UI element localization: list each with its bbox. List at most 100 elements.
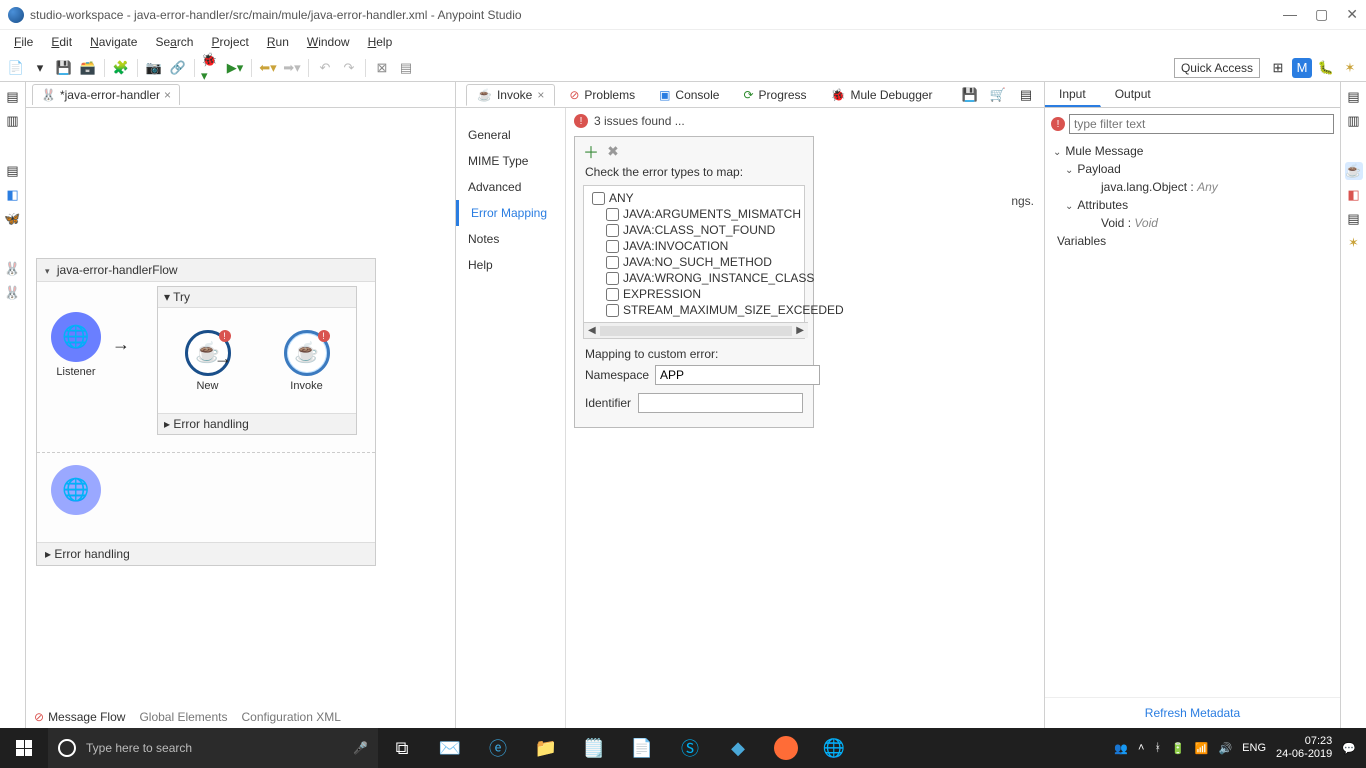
minimize-button[interactable]: — <box>1283 6 1297 23</box>
close-icon[interactable]: × <box>164 88 171 102</box>
stop-icon[interactable]: ⊠ <box>372 58 392 78</box>
editor-tab[interactable]: 🐰 *java-error-handler × <box>32 84 180 105</box>
mule-perspective-icon[interactable]: M <box>1292 58 1312 78</box>
error-type-checkbox[interactable] <box>606 208 619 221</box>
rail-icon-r1[interactable]: ▤ <box>1345 88 1363 106</box>
anypoint-taskbar-icon[interactable]: ◆ <box>714 728 762 768</box>
close-button[interactable]: ✕ <box>1346 6 1358 23</box>
error-type-checkbox[interactable] <box>606 304 619 317</box>
try-error-handling[interactable]: ▸ Error handling <box>158 413 356 434</box>
debug-icon[interactable]: 🐞▾ <box>201 58 221 78</box>
skype-icon[interactable]: Ⓢ <box>666 728 714 768</box>
tab-output[interactable]: Output <box>1101 82 1166 107</box>
collapse-icon[interactable]: ▾ <box>45 266 50 276</box>
horizontal-scrollbar[interactable]: ◀▶ <box>584 322 808 338</box>
error-type-row[interactable]: JAVA:CLASS_NOT_FOUND <box>588 222 804 238</box>
quick-access[interactable]: Quick Access <box>1174 58 1260 78</box>
error-type-row[interactable]: JAVA:WRONG_INSTANCE_CLASS <box>588 270 804 286</box>
error-type-row[interactable]: STREAM_MAXIMUM_SIZE_EXCEEDED <box>588 302 804 318</box>
side-help[interactable]: Help <box>456 252 565 278</box>
mic-icon[interactable]: 🎤 <box>353 741 368 755</box>
panel-icon[interactable]: ▤ <box>396 58 416 78</box>
edge-icon[interactable]: ⓔ <box>474 728 522 768</box>
metadata-tree[interactable]: Mule Message Payload java.lang.Object : … <box>1045 140 1340 252</box>
perspective-icon[interactable]: ⊞ <box>1268 58 1288 78</box>
error-type-checkbox[interactable] <box>606 240 619 253</box>
add-mapping-button[interactable]: ＋ <box>583 143 599 159</box>
namespace-input[interactable] <box>655 365 820 385</box>
tree-attributes[interactable]: Attributes <box>1053 196 1332 214</box>
battery-icon[interactable]: 🔋 <box>1171 742 1185 755</box>
tab-debugger[interactable]: 🐞 Mule Debugger <box>821 85 943 105</box>
filter-input[interactable] <box>1069 114 1334 134</box>
run-icon[interactable]: ▶▾ <box>225 58 245 78</box>
rail-icon-r5[interactable]: ▤ <box>1345 210 1363 228</box>
side-error-mapping[interactable]: Error Mapping <box>456 200 565 226</box>
volume-icon[interactable]: 🔊 <box>1218 742 1232 755</box>
side-notes[interactable]: Notes <box>456 226 565 252</box>
people-icon[interactable]: 👥 <box>1114 742 1128 755</box>
expand-icon[interactable]: ▸ <box>45 547 51 561</box>
refresh-metadata-link[interactable]: Refresh Metadata <box>1045 697 1340 728</box>
rail-icon-r3[interactable]: ☕ <box>1345 162 1363 180</box>
tree-payload[interactable]: Payload <box>1053 160 1332 178</box>
issues-bar[interactable]: ! 3 issues found ... <box>566 108 1044 134</box>
error-type-checkbox[interactable] <box>592 192 605 205</box>
clock[interactable]: 07:23 24-06-2019 <box>1276 735 1332 761</box>
tab-message-flow[interactable]: Message Flow <box>34 710 125 724</box>
link-icon[interactable]: 🔗 <box>168 58 188 78</box>
flow-error-handling[interactable]: ▸ Error handling <box>37 542 375 565</box>
flow-header[interactable]: ▾ java-error-handlerFlow <box>37 259 375 282</box>
taskbar-search[interactable]: Type here to search 🎤 <box>48 728 378 768</box>
error-types-list[interactable]: ANYJAVA:ARGUMENTS_MISMATCHJAVA:CLASS_NOT… <box>583 185 805 339</box>
notifications-icon[interactable]: 💬 <box>1342 742 1356 755</box>
tab-config-xml[interactable]: Configuration XML <box>241 710 340 724</box>
rail-icon-3[interactable]: ▤ <box>4 162 22 180</box>
maximize-button[interactable]: ▢ <box>1315 6 1328 23</box>
debug-perspective-icon[interactable]: 🐛 <box>1316 58 1336 78</box>
wifi-icon[interactable]: 📶 <box>1195 742 1209 755</box>
menu-help[interactable]: Help <box>360 32 401 52</box>
error-type-row[interactable]: JAVA:NO_SUCH_METHOD <box>588 254 804 270</box>
tab-invoke[interactable]: ☕ Invoke × <box>466 84 555 106</box>
save-icon[interactable]: 💾 <box>54 58 74 78</box>
forward-icon[interactable]: ➡▾ <box>282 58 302 78</box>
tab-global-elements[interactable]: Global Elements <box>139 710 227 724</box>
redo-icon[interactable]: ↷ <box>339 58 359 78</box>
rail-icon-2[interactable]: ▥ <box>4 112 22 130</box>
flow-container[interactable]: ▾ java-error-handlerFlow 🌐 Listener → ▾ … <box>36 258 376 566</box>
attach-icon[interactable]: 🧩 <box>111 58 131 78</box>
response-component[interactable]: 🌐 <box>51 465 101 515</box>
bluetooth-icon[interactable]: ᚼ <box>1154 742 1161 754</box>
identifier-input[interactable] <box>638 393 803 413</box>
error-type-row[interactable]: JAVA:ARGUMENTS_MISMATCH <box>588 206 804 222</box>
word-icon[interactable]: 📄 <box>618 728 666 768</box>
listener-component[interactable]: 🌐 <box>51 312 101 362</box>
cart-icon[interactable]: 🛒 <box>988 85 1008 105</box>
rail-icon-r2[interactable]: ▥ <box>1345 112 1363 130</box>
error-type-checkbox[interactable] <box>606 272 619 285</box>
tree-variables[interactable]: Variables <box>1053 232 1332 250</box>
task-view-icon[interactable]: ⧉ <box>378 728 426 768</box>
error-type-row[interactable]: JAVA:INVOCATION <box>588 238 804 254</box>
save-all-icon[interactable]: 🗃️ <box>78 58 98 78</box>
save-view-icon[interactable]: 💾 <box>960 85 980 105</box>
rail-icon-5[interactable]: 🦋 <box>4 210 22 228</box>
new-icon[interactable]: 📄 <box>6 58 26 78</box>
error-type-row[interactable]: ANY <box>588 190 804 206</box>
menu-window[interactable]: Window <box>299 32 358 52</box>
rail-icon-1[interactable]: ▤ <box>4 88 22 106</box>
menu-project[interactable]: Project <box>203 32 256 52</box>
try-scope[interactable]: ▾ Try ☕ ! New → <box>157 286 357 435</box>
error-type-row[interactable]: EXPRESSION <box>588 286 804 302</box>
rail-icon-6[interactable]: 🐰 <box>4 260 22 278</box>
menu-icon[interactable]: ▤ <box>1016 85 1036 105</box>
tab-progress[interactable]: ⟳ Progress <box>733 85 816 105</box>
tab-problems[interactable]: ⊘ Problems <box>559 85 645 105</box>
tray-up-icon[interactable]: ˄ <box>1138 742 1144 754</box>
tab-console[interactable]: ▣ Console <box>649 85 729 105</box>
close-icon[interactable]: × <box>537 88 544 102</box>
back-icon[interactable]: ⬅▾ <box>258 58 278 78</box>
error-type-checkbox[interactable] <box>606 224 619 237</box>
menu-edit[interactable]: Edit <box>43 32 80 52</box>
